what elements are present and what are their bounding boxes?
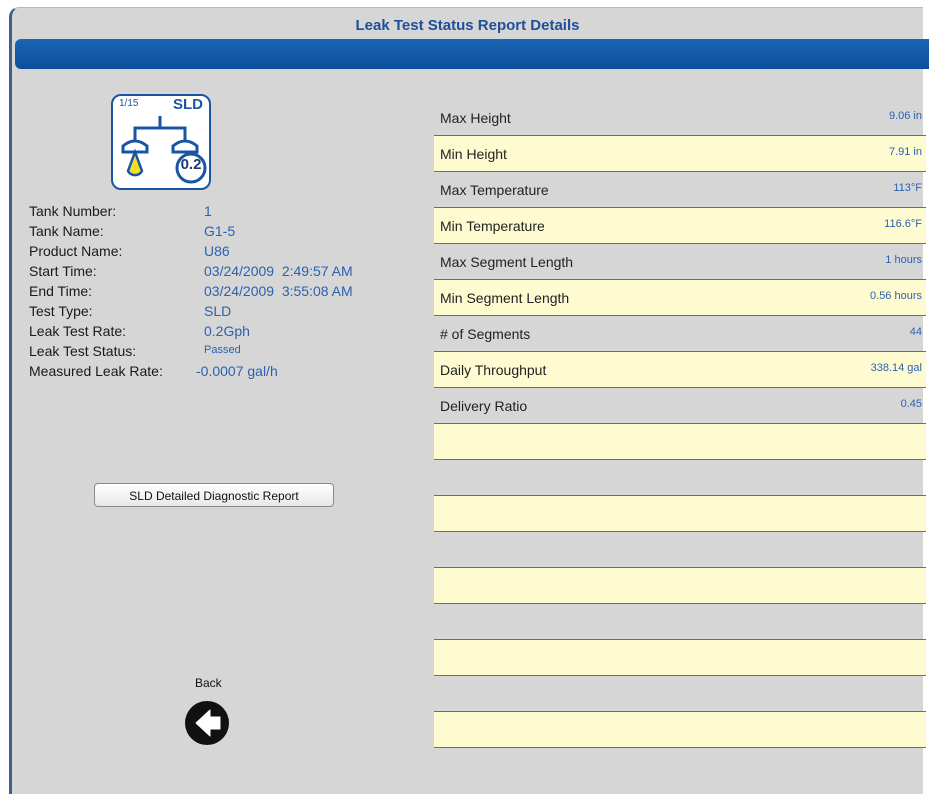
info-value: 0.2Gph [204, 323, 250, 339]
metric-row: # of Segments 44 [434, 316, 926, 352]
metric-value: 338.14 gal [870, 362, 922, 374]
report-panel: Leak Test Status Report Details 1/15 SLD… [9, 7, 929, 794]
metric-row-empty [434, 532, 926, 568]
metric-value: 0.45 [900, 398, 922, 410]
back-label: Back [195, 676, 222, 690]
metric-label: # of Segments [440, 326, 531, 342]
info-value: 03/24/2009 2:49:57 AM [204, 263, 353, 279]
metric-value: 116.6°F [884, 218, 922, 230]
metric-row: Max Temperature 113°F [434, 172, 926, 208]
sld-diagnostic-report-button[interactable]: SLD Detailed Diagnostic Report [94, 483, 334, 507]
metric-row-empty [434, 712, 926, 748]
tank-type-text: SLD [173, 96, 203, 113]
info-value: 1 [204, 203, 212, 219]
metric-label: Min Segment Length [440, 290, 570, 306]
metric-row: Daily Throughput 338.14 gal [434, 352, 926, 388]
tank-position-text: 1/15 [119, 98, 139, 109]
metric-value: 7.91 in [888, 146, 922, 158]
metric-row-empty [434, 460, 926, 496]
metric-row: Delivery Ratio 0.45 [434, 388, 926, 424]
info-label: Leak Test Rate: [29, 323, 127, 339]
info-value: -0.0007 gal/h [196, 363, 278, 379]
metric-label: Max Segment Length [440, 254, 574, 270]
info-label: End Time: [29, 283, 93, 299]
metric-row: Min Temperature 116.6°F [434, 208, 926, 244]
metric-label: Daily Throughput [440, 362, 547, 378]
metric-row-empty [434, 640, 926, 676]
info-label: Test Type: [29, 303, 93, 319]
tank-rate-text: 0.2 [180, 156, 202, 173]
tank-sld-icon: 1/15 SLD 0.2 [111, 94, 211, 190]
metric-row-empty [434, 568, 926, 604]
metric-row: Min Segment Length 0.56 hours [434, 280, 926, 316]
metric-value: 0.56 hours [870, 290, 922, 302]
info-label: Tank Number: [29, 203, 117, 219]
metric-row: Max Segment Length 1 hours [434, 244, 926, 280]
metric-row-empty [434, 604, 926, 640]
info-label: Measured Leak Rate: [29, 363, 163, 379]
metric-value: 113°F [893, 182, 922, 194]
metric-value: 1 hours [885, 254, 922, 266]
metric-row: Min Height 7.91 in [434, 136, 926, 172]
metric-row-empty [434, 424, 926, 460]
info-value: SLD [204, 303, 232, 319]
info-value: G1-5 [204, 223, 236, 239]
page-title: Leak Test Status Report Details [355, 17, 580, 34]
metric-value: 9.06 in [888, 110, 922, 122]
back-arrow-icon[interactable] [183, 699, 231, 747]
metric-value: 44 [909, 326, 922, 338]
info-value: 03/24/2009 3:55:08 AM [204, 283, 353, 299]
metric-label: Max Temperature [440, 182, 549, 198]
info-label: Start Time: [29, 263, 97, 279]
header-bar [15, 39, 929, 69]
metric-label: Max Height [440, 110, 511, 126]
metric-row: Max Height 9.06 in [434, 100, 926, 136]
metric-label: Min Temperature [440, 218, 545, 234]
metric-row-empty [434, 496, 926, 532]
info-label: Tank Name: [29, 223, 104, 239]
info-value: U86 [204, 243, 230, 259]
metric-row-empty [434, 676, 926, 712]
metric-label: Delivery Ratio [440, 398, 528, 414]
info-label: Product Name: [29, 243, 123, 259]
metric-label: Min Height [440, 146, 507, 162]
status-badge: Passed [204, 344, 241, 356]
info-label: Leak Test Status: [29, 343, 137, 359]
